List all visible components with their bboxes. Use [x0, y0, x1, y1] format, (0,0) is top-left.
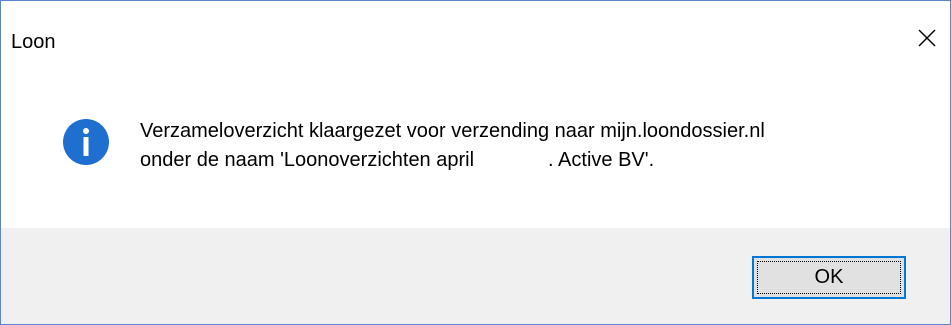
message-dialog: Loon Verzameloverzicht klaargezet voor v…: [0, 0, 951, 325]
close-button[interactable]: [904, 15, 950, 61]
ok-button-label: OK: [814, 266, 844, 288]
window-title: Loon: [11, 31, 56, 53]
dialog-footer: OK: [1, 228, 950, 324]
ok-button[interactable]: OK: [752, 256, 906, 299]
close-icon: [918, 29, 936, 47]
message-line-2: onder de naam 'Loonoverzichten april . Ac…: [140, 146, 765, 175]
info-icon: [62, 118, 110, 166]
message-line-2-start: onder de naam 'Loonoverzichten april: [140, 149, 475, 171]
title-bar: Loon: [1, 1, 950, 63]
message-line-2-end: . Active BV'.: [548, 149, 655, 171]
redacted-area: [474, 150, 549, 171]
dialog-content: Verzameloverzicht klaargezet voor verzen…: [1, 63, 950, 228]
message-line-1: Verzameloverzicht klaargezet voor verzen…: [140, 120, 765, 142]
message-text: Verzameloverzicht klaargezet voor verzen…: [140, 117, 765, 175]
